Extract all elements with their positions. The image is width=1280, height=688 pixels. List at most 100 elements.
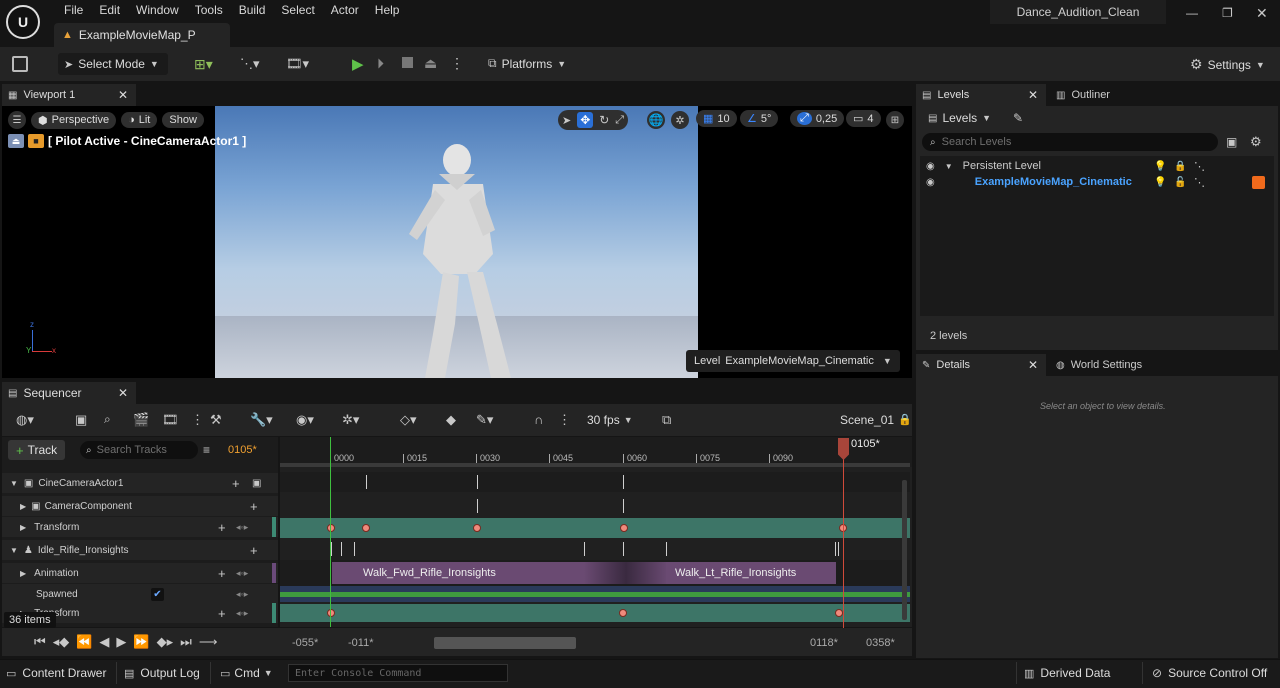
keyframe[interactable] bbox=[620, 524, 628, 532]
settings-button[interactable]: ⚙ Settings ▼ bbox=[1190, 56, 1265, 73]
world-settings-tab[interactable]: ◍ World Settings bbox=[1052, 354, 1192, 376]
add-icon[interactable]: + bbox=[250, 543, 258, 558]
fps-dropdown[interactable]: 30 fps ▼ bbox=[587, 413, 633, 427]
timeline-hscroll-thumb[interactable] bbox=[434, 637, 576, 649]
level-color-swatch[interactable] bbox=[1252, 176, 1265, 189]
lock-icon[interactable]: 🔒 bbox=[1174, 161, 1186, 172]
add-actor-icon[interactable]: ⊞▾ bbox=[194, 56, 213, 73]
map-tab[interactable]: ▲ ExampleMovieMap_P bbox=[54, 23, 230, 47]
minimize-icon[interactable]: — bbox=[1186, 6, 1198, 20]
more-options-icon[interactable]: ⋮ bbox=[191, 412, 204, 428]
menu-edit[interactable]: Edit bbox=[91, 3, 128, 17]
keyframe[interactable] bbox=[327, 524, 335, 532]
console-input[interactable]: Enter Console Command bbox=[288, 664, 508, 682]
angle-snap-button[interactable]: ∠ 5° bbox=[740, 110, 779, 127]
show-button[interactable]: Show bbox=[162, 112, 204, 128]
add-key-icon[interactable]: + bbox=[218, 606, 226, 621]
blueprint-icon[interactable]: ⋱▾ bbox=[240, 56, 260, 72]
rotate-tool-icon[interactable]: ↻ bbox=[599, 113, 609, 127]
content-drawer-button[interactable]: ▭ Content Drawer bbox=[6, 666, 106, 680]
menu-select[interactable]: Select bbox=[273, 3, 322, 17]
transform-2-section[interactable] bbox=[280, 604, 910, 622]
add-key-icon[interactable]: + bbox=[218, 520, 226, 535]
platforms-button[interactable]: ⧉ Platforms ▼ bbox=[488, 56, 566, 71]
add-key-icon[interactable]: + bbox=[218, 566, 226, 581]
play-icon[interactable]: ▶ bbox=[352, 55, 364, 73]
add-folder-icon[interactable]: ▣ bbox=[1226, 135, 1237, 149]
scale-tool-icon[interactable]: ⤢ bbox=[615, 114, 624, 127]
animation-clip-1[interactable]: Walk_Fwd_Rifle_Ironsights bbox=[332, 562, 624, 584]
level-row-persistent[interactable]: ◉ ▼ Persistent Level 💡 🔒 ⋱ bbox=[926, 158, 1272, 174]
transform-1-section[interactable] bbox=[280, 518, 910, 538]
keyframe[interactable] bbox=[327, 609, 335, 617]
eye-icon[interactable]: ◉ bbox=[926, 177, 935, 188]
track-row-spawned[interactable]: Spawned ✔ ◂◦▸ bbox=[2, 584, 278, 604]
level-row-cinematic[interactable]: ◉ ExampleMovieMap_Cinematic 💡 🔓 ⋱ bbox=[926, 174, 1272, 190]
world-selector-icon[interactable]: ◍▾ bbox=[16, 412, 34, 428]
track-row-idle-rifle[interactable]: ▼ ♟ Idle_Rifle_Ironsights + bbox=[2, 540, 278, 560]
unreal-logo-icon[interactable]: U bbox=[6, 5, 40, 39]
close-tab-icon[interactable]: ✕ bbox=[1028, 358, 1038, 372]
grid-snap-button[interactable]: ▦ 10 bbox=[696, 110, 737, 127]
perspective-button[interactable]: ⬢ Perspective bbox=[31, 111, 117, 129]
spawned-bar[interactable] bbox=[280, 592, 910, 597]
lightbulb-icon[interactable]: 💡 bbox=[1154, 177, 1166, 188]
eye-icon[interactable]: ◉ bbox=[926, 161, 935, 172]
lightbulb-icon[interactable]: 💡 bbox=[1154, 161, 1166, 172]
filter-icon[interactable]: ≡ bbox=[203, 443, 210, 457]
menu-build[interactable]: Build bbox=[231, 3, 274, 17]
add-track-button[interactable]: + Track bbox=[8, 440, 66, 460]
spawned-checkbox[interactable]: ✔ bbox=[151, 587, 164, 601]
cmd-dropdown[interactable]: ▭ Cmd ▼ bbox=[220, 666, 273, 680]
cinematics-icon[interactable]: 🎞▾ bbox=[286, 56, 309, 72]
track-search[interactable]: ⌕ Search Tracks bbox=[80, 441, 198, 459]
levels-tab[interactable]: ▤ Levels ✕ bbox=[916, 84, 1046, 106]
close-tab-icon[interactable]: ✕ bbox=[118, 386, 128, 400]
clapper-icon[interactable]: 🎞 bbox=[162, 412, 179, 428]
menu-actor[interactable]: Actor bbox=[323, 3, 367, 17]
key-nav-icon[interactable]: ◂◦▸ bbox=[236, 522, 248, 533]
viewport-tab[interactable]: ▦ Viewport 1 ✕ bbox=[2, 84, 136, 106]
menu-file[interactable]: File bbox=[56, 3, 91, 17]
levels-dropdown[interactable]: ▤ Levels ▼ bbox=[928, 111, 991, 125]
add-icon[interactable]: + bbox=[232, 476, 240, 491]
jump-to-start-icon[interactable]: ⏮ bbox=[34, 634, 46, 650]
level-indicator[interactable]: Level ExampleMovieMap_Cinematic ▼ bbox=[686, 350, 900, 372]
key-nav-icon[interactable]: ◂◦▸ bbox=[236, 608, 248, 619]
camera-speed-button[interactable]: ▭ 4 bbox=[846, 110, 881, 127]
pen-tool-icon[interactable]: ✎▾ bbox=[476, 412, 493, 428]
view-options-icon[interactable]: ◉▾ bbox=[296, 412, 314, 428]
eject-pilot-icon[interactable]: ⏏ bbox=[8, 134, 24, 148]
keyframe[interactable] bbox=[362, 524, 370, 532]
play-frame-icon[interactable]: ⏵ bbox=[377, 55, 384, 72]
maximize-icon[interactable]: ❐ bbox=[1222, 6, 1233, 20]
keyframe[interactable] bbox=[473, 524, 481, 532]
playhead-line[interactable] bbox=[843, 452, 844, 628]
select-mode-dropdown[interactable]: ➤ Select Mode ▼ bbox=[58, 53, 168, 75]
menu-window[interactable]: Window bbox=[128, 3, 187, 17]
play-options-icon[interactable]: ⋮ bbox=[450, 55, 464, 72]
derived-data-button[interactable]: ▥ Derived Data bbox=[1024, 666, 1110, 680]
sequencer-tab[interactable]: ▤ Sequencer ✕ bbox=[2, 382, 136, 404]
close-tab-icon[interactable]: ✕ bbox=[1028, 88, 1038, 102]
next-key-icon[interactable]: ◆▸ bbox=[157, 634, 174, 650]
range-end[interactable]: 0358* bbox=[866, 637, 895, 649]
save-sequence-icon[interactable]: ▣ bbox=[75, 412, 87, 428]
unlock-icon[interactable]: 🔓 bbox=[1174, 177, 1186, 188]
track-row-animation[interactable]: ▶ Animation + ◂◦▸ bbox=[2, 563, 278, 583]
jump-to-end-icon[interactable]: ⏭ bbox=[180, 634, 192, 650]
wrench-icon[interactable]: 🔧▾ bbox=[250, 412, 273, 428]
current-frame[interactable]: 0105* bbox=[228, 444, 257, 456]
hamburger-icon[interactable]: ☰ bbox=[8, 111, 26, 129]
camera-cut-icon[interactable]: ▣ bbox=[252, 478, 261, 489]
keyframe[interactable] bbox=[835, 609, 843, 617]
details-tab[interactable]: ✎ Details ✕ bbox=[916, 354, 1046, 376]
find-asset-icon[interactable]: ⌕ bbox=[104, 412, 111, 427]
blueprint-link-icon[interactable]: ⋱ bbox=[1194, 160, 1205, 173]
add-icon[interactable]: + bbox=[250, 499, 258, 514]
select-tool-icon[interactable]: ➤ bbox=[562, 114, 571, 127]
source-control-button[interactable]: ⊘ Source Control Off bbox=[1152, 666, 1267, 680]
view-end[interactable]: 0118* bbox=[810, 637, 838, 649]
curve-editor-icon[interactable]: ⧉ bbox=[662, 412, 671, 428]
key-nav-icon[interactable]: ◂◦▸ bbox=[236, 568, 248, 579]
